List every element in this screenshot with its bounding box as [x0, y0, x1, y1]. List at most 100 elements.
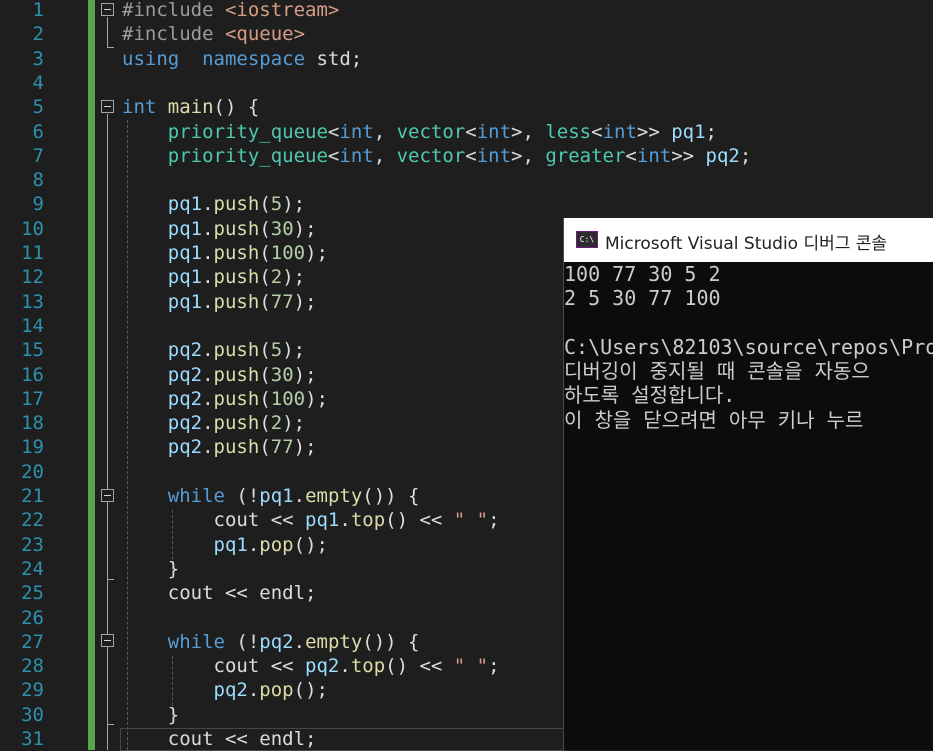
code-line[interactable]: priority_queue<int, vector<int>, greater…	[122, 144, 752, 168]
code-token: push	[213, 412, 260, 435]
code-token: <	[327, 120, 340, 143]
code-token: <	[625, 144, 637, 167]
fold-line-end	[107, 579, 114, 580]
line-number: 18	[21, 412, 44, 435]
code-token: int	[122, 96, 157, 119]
console-line: 100 77 30 5 2	[564, 262, 721, 286]
fold-toggle-icon[interactable]	[101, 634, 114, 647]
code-line[interactable]: }	[122, 557, 179, 581]
code-line[interactable]: int main() {	[122, 95, 259, 119]
code-line[interactable]: pq1.push(30);	[122, 217, 317, 241]
code-token: <iostream>	[224, 0, 340, 21]
code-token: >>	[671, 144, 706, 167]
code-line[interactable]: cout << pq2.top() << " ";	[122, 654, 500, 678]
code-token: pq2	[167, 436, 203, 459]
code-line[interactable]: #include <queue>	[122, 22, 305, 46]
fold-toggle-icon[interactable]	[101, 489, 114, 502]
code-token: while	[167, 630, 225, 653]
code-line[interactable]: pq2.push(2);	[122, 411, 305, 435]
code-token: #include	[122, 23, 225, 46]
code-token: push	[213, 290, 260, 313]
code-line[interactable]: cout << pq1.top() << " ";	[122, 508, 500, 532]
code-token: (!	[224, 630, 260, 653]
code-token: ;	[705, 120, 717, 143]
line-number: 12	[21, 266, 44, 289]
console-output[interactable]: 100 77 30 5 22 5 30 77 100 C:\Users\82103…	[564, 262, 933, 432]
code-token: 5	[270, 193, 283, 216]
fold-line	[107, 114, 108, 750]
code-line[interactable]: priority_queue<int, vector<int>, less<in…	[122, 120, 717, 144]
code-line[interactable]: while (!pq1.empty()) {	[122, 484, 420, 508]
fold-toggle-icon[interactable]	[101, 100, 114, 113]
code-token: );	[282, 412, 306, 435]
code-token: .	[202, 387, 214, 410]
code-token: ,	[373, 144, 397, 167]
code-line[interactable]: cout << endl;	[122, 581, 317, 605]
code-line[interactable]: pq2.push(100);	[122, 387, 328, 411]
fold-toggle-icon[interactable]	[101, 3, 114, 16]
code-token: empty	[305, 630, 363, 653]
code-token: while	[167, 485, 225, 507]
code-line[interactable]: }	[122, 703, 179, 727]
code-token: ()) {	[362, 485, 420, 507]
fold-line-end	[107, 724, 114, 725]
code-token: pq1	[259, 485, 294, 507]
code-line[interactable]: pq2.push(77);	[122, 435, 317, 459]
code-token: .	[202, 242, 214, 264]
code-token: pq2	[259, 630, 294, 653]
code-token: (	[259, 290, 271, 313]
code-token: pq1	[167, 242, 203, 264]
line-number: 19	[21, 436, 44, 459]
code-token: pq2	[167, 339, 203, 362]
line-number: 24	[21, 557, 44, 580]
code-token: .	[293, 485, 306, 507]
code-line[interactable]: pq2.push(5);	[122, 338, 305, 362]
line-number: 17	[21, 387, 44, 410]
code-line[interactable]: using namespace std;	[122, 47, 362, 71]
code-line[interactable]: pq2.push(30);	[122, 363, 317, 387]
code-line[interactable]: pq1.push(2);	[122, 265, 305, 289]
code-line[interactable]: while (!pq2.empty()) {	[122, 630, 420, 654]
code-line[interactable]: pq1.push(100);	[122, 241, 328, 265]
console-line: 2 5 30 77 100	[564, 286, 721, 311]
code-token: int	[476, 144, 512, 167]
code-token: push	[213, 363, 260, 386]
code-token: .	[293, 630, 306, 653]
code-line[interactable]: cout << endl;	[122, 727, 317, 751]
code-token: pq1	[213, 533, 248, 556]
code-token: );	[293, 217, 317, 240]
line-number: 20	[21, 460, 44, 483]
code-token: (	[259, 242, 271, 264]
debug-console-window[interactable]: C:\ Microsoft Visual Studio 디버그 콘솔 100 7…	[563, 218, 933, 750]
code-token: namespace	[202, 47, 306, 70]
code-token: .	[202, 412, 214, 435]
code-line[interactable]: pq1.push(5);	[122, 192, 305, 216]
code-token: .	[202, 363, 214, 386]
console-titlebar[interactable]: C:\ Microsoft Visual Studio 디버그 콘솔	[564, 218, 933, 262]
code-line[interactable]: #include <iostream>	[122, 0, 339, 22]
code-token: pq1	[305, 509, 340, 532]
code-token: push	[213, 266, 260, 289]
code-token: top	[350, 655, 386, 678]
code-token: vector	[396, 120, 466, 143]
code-token: >,	[511, 120, 546, 143]
code-token: 30	[270, 363, 294, 386]
code-line[interactable]: pq1.push(77);	[122, 290, 317, 314]
code-token: );	[282, 266, 306, 289]
code-line[interactable]: pq1.pop();	[122, 533, 328, 557]
code-token: 2	[270, 412, 283, 435]
line-number: 21	[21, 485, 44, 507]
code-token: push	[213, 217, 260, 240]
code-line[interactable]: pq2.pop();	[122, 678, 328, 702]
code-token: greater	[545, 144, 626, 167]
code-token: .	[247, 533, 260, 556]
line-number: 9	[32, 193, 44, 216]
code-token: #include	[122, 0, 225, 21]
code-token: <	[327, 144, 340, 167]
code-token: (	[259, 412, 271, 435]
line-number: 10	[21, 217, 44, 240]
code-token: ;	[488, 655, 500, 678]
